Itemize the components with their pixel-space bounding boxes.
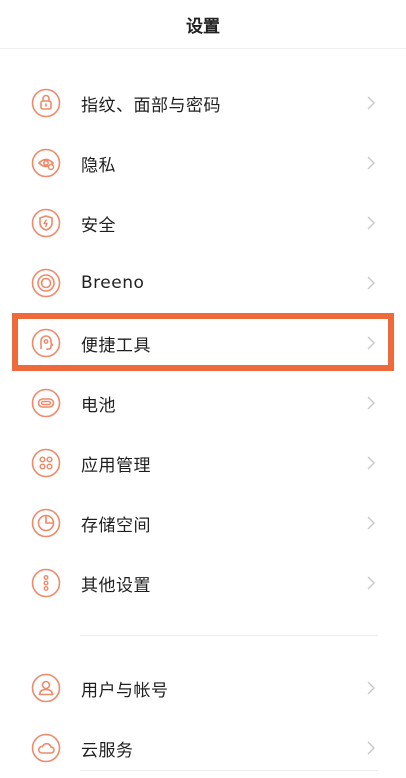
page-title: 设置 xyxy=(186,16,220,37)
chevron-right-icon xyxy=(364,395,378,411)
settings-item-label: 便捷工具 xyxy=(81,335,151,356)
battery-icon xyxy=(31,388,61,418)
user-icon xyxy=(31,673,61,703)
cloud-icon xyxy=(31,733,61,763)
settings-item-other-settings[interactable]: 其他设置 xyxy=(0,553,406,613)
settings-item-label: 安全 xyxy=(81,215,116,236)
section-divider xyxy=(80,770,378,771)
settings-item-security-passwords[interactable]: 指纹、面部与密码 xyxy=(0,73,406,133)
chevron-right-icon xyxy=(364,335,378,351)
chevron-right-icon xyxy=(364,740,378,756)
page-header: 设置 xyxy=(0,0,406,49)
settings-item-label: 用户与帐号 xyxy=(81,680,169,701)
convenience-tool-icon xyxy=(31,328,61,358)
chevron-right-icon xyxy=(364,155,378,171)
chevron-right-icon xyxy=(364,95,378,111)
shield-icon xyxy=(31,208,61,238)
chevron-right-icon xyxy=(364,515,378,531)
settings-item-label: 其他设置 xyxy=(81,575,151,596)
settings-item-label: 云服务 xyxy=(81,740,134,761)
chevron-right-icon xyxy=(364,455,378,471)
chevron-right-icon xyxy=(364,215,378,231)
lock-icon xyxy=(31,88,61,118)
settings-list-group-1: 指纹、面部与密码 隐私 安全 Breeno 便捷工具 电池 应用管理 存储空间 … xyxy=(0,49,406,613)
storage-pie-icon xyxy=(31,508,61,538)
settings-item-users-accounts[interactable]: 用户与帐号 xyxy=(0,658,406,718)
settings-item-label: Breeno xyxy=(81,273,145,293)
chevron-right-icon xyxy=(364,275,378,291)
chevron-right-icon xyxy=(364,575,378,591)
settings-item-app-management[interactable]: 应用管理 xyxy=(0,433,406,493)
settings-item-battery[interactable]: 电池 xyxy=(0,373,406,433)
settings-item-storage[interactable]: 存储空间 xyxy=(0,493,406,553)
settings-item-cloud-service[interactable]: 云服务 xyxy=(0,718,406,778)
settings-item-label: 隐私 xyxy=(81,155,116,176)
privacy-eye-icon xyxy=(31,148,61,178)
settings-item-label: 存储空间 xyxy=(81,515,151,536)
settings-list-group-2: 用户与帐号 云服务 xyxy=(0,658,406,778)
settings-item-safety[interactable]: 安全 xyxy=(0,193,406,253)
settings-item-label: 应用管理 xyxy=(81,455,151,476)
more-dots-icon xyxy=(31,568,61,598)
settings-item-label: 电池 xyxy=(81,395,116,416)
settings-item-label: 指纹、面部与密码 xyxy=(81,95,221,116)
settings-item-breeno[interactable]: Breeno xyxy=(0,253,406,313)
app-grid-icon xyxy=(31,448,61,478)
settings-item-convenience-tools[interactable]: 便捷工具 xyxy=(0,313,406,373)
settings-item-privacy[interactable]: 隐私 xyxy=(0,133,406,193)
breeno-ring-icon xyxy=(31,268,61,298)
chevron-right-icon xyxy=(364,680,378,696)
